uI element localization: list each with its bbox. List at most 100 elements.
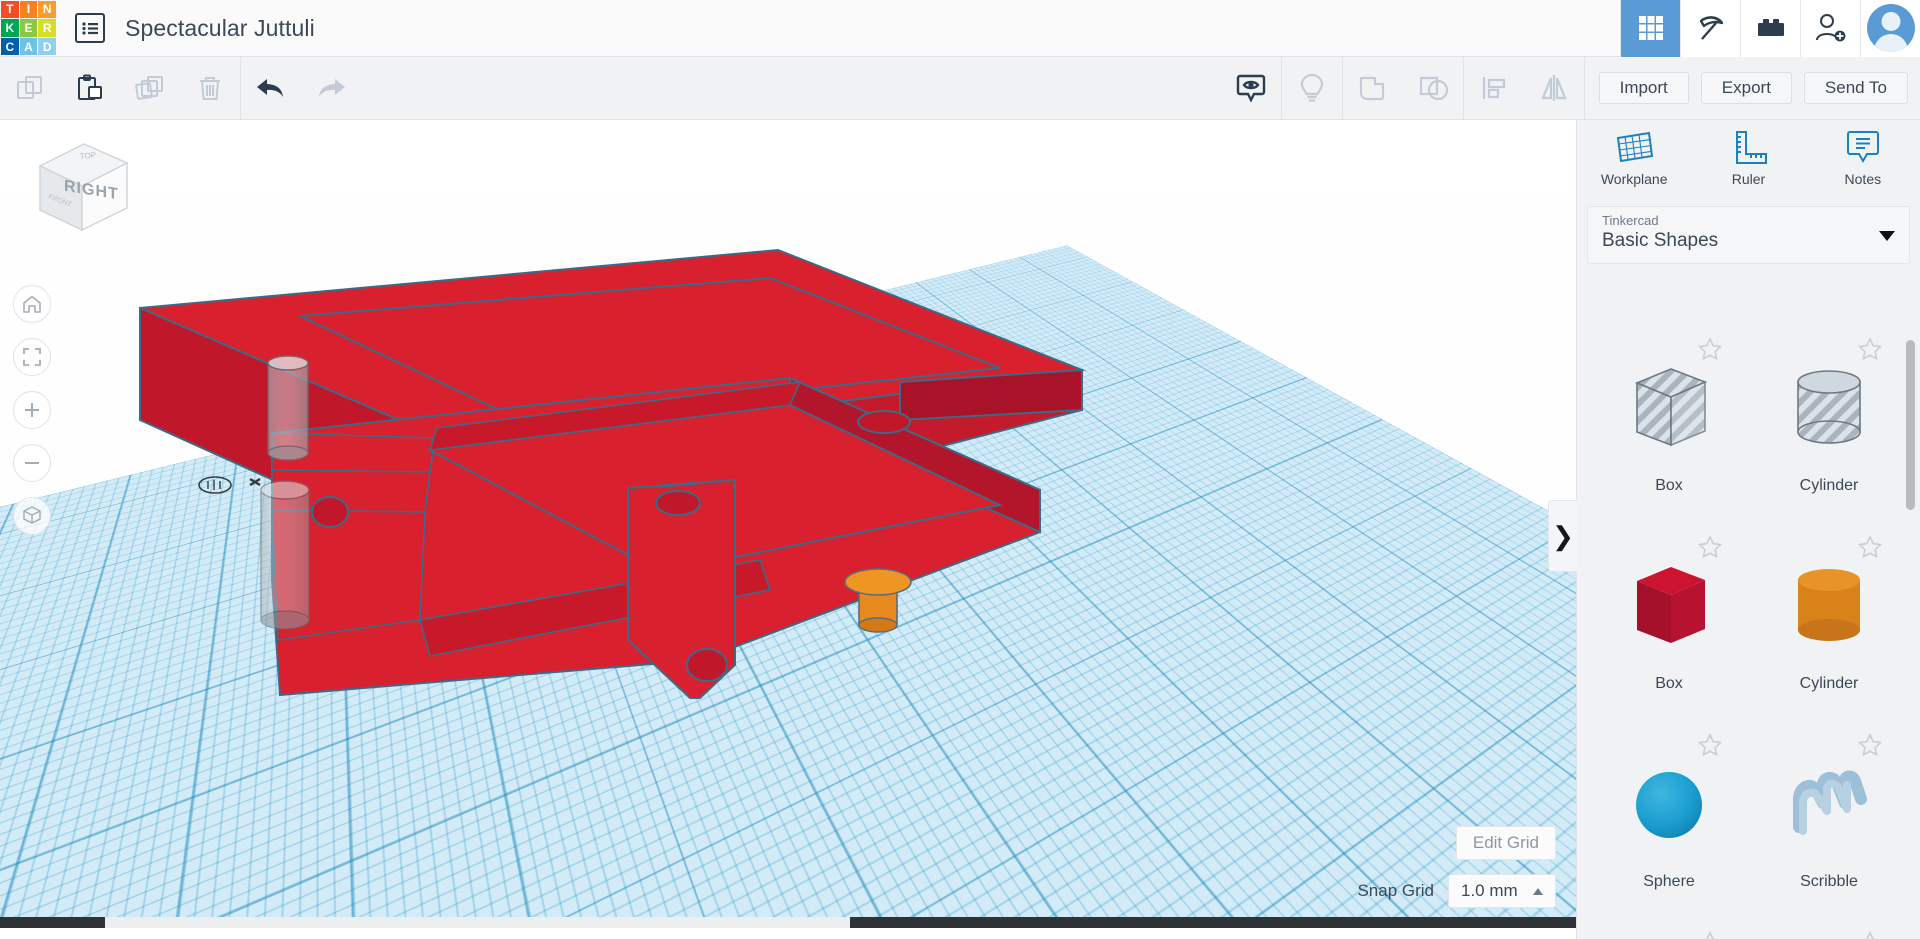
paste-icon xyxy=(78,74,102,100)
favorite-star-icon[interactable] xyxy=(1697,732,1723,763)
logo-letter-c: C xyxy=(1,37,19,56)
fit-view-button[interactable] xyxy=(13,338,51,376)
shape-preview-box-hole xyxy=(1615,349,1723,469)
view-cube[interactable]: TOP FRONT RIGHT xyxy=(22,130,142,240)
export-button[interactable]: Export xyxy=(1700,72,1792,104)
logo-letter-k: K xyxy=(1,19,19,37)
group-button[interactable] xyxy=(1343,57,1403,120)
favorite-star-icon[interactable] xyxy=(1857,930,1883,939)
delete-button[interactable] xyxy=(180,57,240,120)
logo-letter-e: E xyxy=(19,19,38,37)
lego-brick-icon xyxy=(1757,19,1784,36)
account-avatar-button[interactable] xyxy=(1860,0,1920,57)
header-tab-3d-designs[interactable] xyxy=(1620,0,1680,57)
projection-toggle-button[interactable] xyxy=(13,497,51,535)
favorite-star-icon[interactable] xyxy=(1857,732,1883,763)
shape-box-solid[interactable]: Box xyxy=(1589,524,1749,716)
snap-grid-control: Snap Grid 1.0 mm xyxy=(1357,874,1556,908)
duplicate-button[interactable] xyxy=(120,57,180,120)
snap-grid-label: Snap Grid xyxy=(1357,881,1434,900)
favorite-star-icon[interactable] xyxy=(1697,534,1723,565)
design-canvas[interactable]: TOP FRONT RIGHT Edit Grid Snap Grid 1.0 … xyxy=(0,120,1576,928)
scrollbar-thumb[interactable] xyxy=(105,917,850,928)
list-icon[interactable] xyxy=(75,13,105,43)
canvas-horizontal-scrollbar[interactable] xyxy=(0,917,1576,928)
shape-sphere[interactable]: Sphere xyxy=(1589,722,1749,914)
shape-scribble[interactable]: Scribble xyxy=(1749,722,1909,914)
undo-button[interactable] xyxy=(241,57,301,120)
shape-preview-scribble xyxy=(1775,745,1883,865)
logo-letter-i: I xyxy=(19,0,38,19)
snap-grid-select[interactable]: 1.0 mm xyxy=(1448,874,1556,908)
align-button[interactable] xyxy=(1464,57,1524,120)
bracket-top-hole xyxy=(655,490,701,516)
collapse-panel-handle[interactable]: ❯ xyxy=(1548,500,1577,572)
shape-panel-scrollbar[interactable] xyxy=(1906,340,1915,510)
logo-letter-d: D xyxy=(38,37,56,56)
chevron-up-icon xyxy=(1533,887,1543,895)
home-view-button[interactable] xyxy=(13,285,51,323)
favorite-star-icon[interactable] xyxy=(1697,930,1723,939)
header-actions xyxy=(1620,0,1920,57)
main-toolbar: Import Export Send To xyxy=(0,56,1920,120)
page-title[interactable]: Spectacular Juttuli xyxy=(125,15,315,42)
bracket-bottom-hole xyxy=(686,648,728,682)
shape-label: Cylinder xyxy=(1799,477,1859,494)
workplane-icon xyxy=(1617,131,1654,163)
clipboard-tool-group xyxy=(0,57,240,120)
redo-button[interactable] xyxy=(301,57,361,120)
logo-letter-n: N xyxy=(38,0,56,19)
logo-letter-r: R xyxy=(38,19,56,37)
arrange-tool-group xyxy=(1462,56,1584,120)
header-tab-blocks[interactable] xyxy=(1740,0,1800,57)
group-shapes-icon xyxy=(1359,76,1384,101)
shape-preview-cylinder-hole xyxy=(1775,349,1883,469)
favorite-star-icon[interactable] xyxy=(1697,336,1723,367)
ruler-tool[interactable]: Ruler xyxy=(1691,128,1805,198)
shape-box-hole[interactable]: Box xyxy=(1589,326,1749,518)
favorite-star-icon[interactable] xyxy=(1857,534,1883,565)
mirror-button[interactable] xyxy=(1524,57,1584,120)
copy-button[interactable] xyxy=(0,57,60,120)
lightbulb-icon xyxy=(1300,73,1323,102)
shape-next-row-left[interactable] xyxy=(1589,920,1749,939)
model-3d-assembly[interactable] xyxy=(0,120,1576,928)
zoom-out-button[interactable] xyxy=(13,444,51,482)
header-invite-button[interactable] xyxy=(1800,0,1860,57)
show-hide-button[interactable] xyxy=(1221,57,1281,120)
trash-icon xyxy=(200,77,220,100)
shape-library-value: Basic Shapes xyxy=(1602,230,1719,251)
hole-cylinder-short[interactable] xyxy=(260,480,310,630)
shape-preview-box-solid xyxy=(1615,547,1723,667)
ungroup-shapes-icon xyxy=(1419,76,1448,101)
edit-grid-button[interactable]: Edit Grid xyxy=(1455,826,1556,860)
send-to-button[interactable]: Send To xyxy=(1803,72,1908,104)
ungroup-button[interactable] xyxy=(1403,57,1463,120)
tinkercad-logo[interactable]: T I N K E R C A D xyxy=(0,0,57,57)
zoom-in-button[interactable] xyxy=(13,391,51,429)
shape-library-supertitle: Tinkercad xyxy=(1602,213,1659,228)
hole-cylinder-tall[interactable] xyxy=(267,355,309,461)
shape-label: Box xyxy=(1655,477,1683,494)
ruler-icon xyxy=(1736,131,1768,164)
notes-tool-label: Notes xyxy=(1844,171,1882,187)
paste-button[interactable] xyxy=(60,57,120,120)
notes-tool[interactable]: Notes xyxy=(1806,128,1920,198)
import-button[interactable]: Import xyxy=(1598,72,1689,104)
shape-cylinder-hole[interactable]: Cylinder xyxy=(1749,326,1909,518)
workplane-tool[interactable]: Workplane xyxy=(1577,128,1691,198)
avatar xyxy=(1866,4,1915,52)
shape-library-select[interactable]: Tinkercad Basic Shapes xyxy=(1587,206,1910,264)
tray-hole-right[interactable] xyxy=(857,410,911,434)
highlight-button[interactable] xyxy=(1282,57,1342,120)
undo-arrow-icon xyxy=(257,79,283,97)
pickaxe-icon xyxy=(1699,16,1723,40)
favorite-star-icon[interactable] xyxy=(1857,336,1883,367)
shape-grid: Box Cylinder Box Cylinder Sphere Scribbl… xyxy=(1577,316,1920,939)
duplicate-icon xyxy=(135,76,163,100)
tray-hole-left[interactable] xyxy=(311,496,349,528)
shape-cylinder-solid[interactable]: Cylinder xyxy=(1749,524,1909,716)
header-tab-minecraft[interactable] xyxy=(1680,0,1740,57)
copy-icon xyxy=(17,76,42,99)
shape-next-row-right[interactable] xyxy=(1749,920,1909,939)
